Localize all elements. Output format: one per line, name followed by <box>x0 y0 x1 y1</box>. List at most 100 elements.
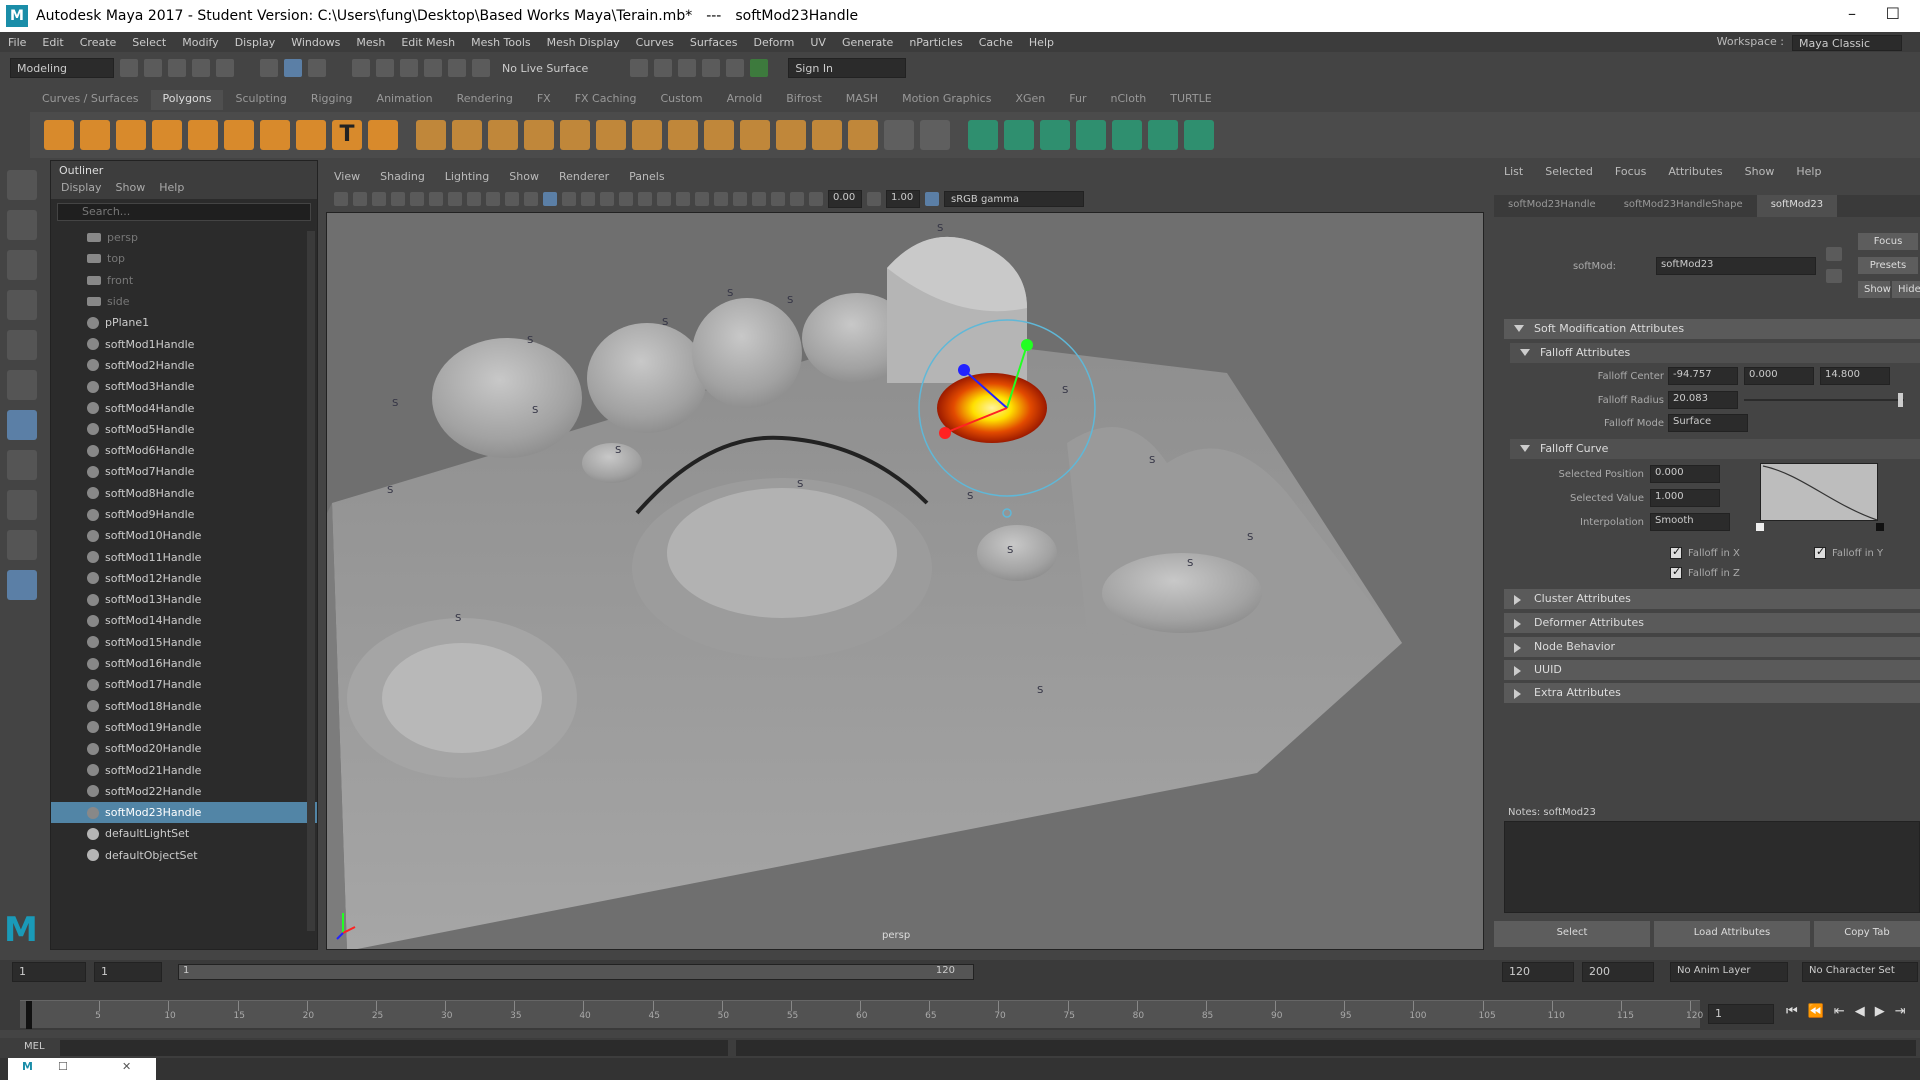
sign-in-button[interactable]: Sign In <box>788 58 907 78</box>
svg-icon[interactable] <box>368 120 398 150</box>
outliner-item[interactable]: pPlane1 <box>51 312 317 333</box>
undo-icon[interactable] <box>192 59 210 77</box>
outliner-item[interactable]: persp <box>51 227 317 248</box>
falloff-center-x-field[interactable]: -94.757 <box>1668 367 1738 385</box>
wireframe-on-shaded-icon[interactable] <box>581 192 595 206</box>
falloff-in-z-checkbox[interactable] <box>1670 565 1682 579</box>
outliner-item[interactable]: softMod4Handle <box>51 397 317 418</box>
render-frame-icon[interactable] <box>630 59 649 77</box>
outliner-item[interactable]: top <box>51 248 317 269</box>
falloff-radius-slider-track[interactable] <box>1744 399 1904 401</box>
softmod-marker[interactable]: S <box>392 398 398 409</box>
mirror-icon[interactable] <box>488 120 518 150</box>
playback-end-field[interactable]: 120 <box>1502 962 1574 982</box>
move-tool-icon[interactable] <box>7 290 37 320</box>
timeline-ticks[interactable]: 1510152025303540455055606570758085909510… <box>20 1000 1703 1029</box>
ae-tab-handle[interactable]: softMod23Handle <box>1494 195 1610 217</box>
anim-end-field[interactable]: 200 <box>1582 962 1654 982</box>
outliner-item[interactable]: softMod23Handle <box>51 802 317 824</box>
xray-joints-icon[interactable] <box>790 192 804 206</box>
range-slider[interactable]: 1 120 <box>178 964 974 980</box>
ae-tab-handle-shape[interactable]: softMod23HandleShape <box>1610 195 1757 217</box>
softmod-marker[interactable]: S <box>797 479 803 490</box>
copy-tab-button[interactable]: Copy Tab <box>1814 921 1920 947</box>
uv-auto-icon[interactable] <box>1076 120 1106 150</box>
menu-select[interactable]: Select <box>124 36 174 49</box>
shelf-tab-custom[interactable]: Custom <box>649 90 715 110</box>
textured-icon[interactable] <box>600 192 614 206</box>
section-deformer-attributes[interactable]: Deformer Attributes <box>1504 613 1920 633</box>
outliner-item[interactable]: softMod1Handle <box>51 333 317 354</box>
softmod-marker[interactable]: S <box>615 445 621 456</box>
shelf-tab-xgen[interactable]: XGen <box>1003 90 1057 110</box>
outliner-scrollbar[interactable] <box>307 231 315 931</box>
snap-curve-icon[interactable] <box>376 59 394 77</box>
vp-menu-shading[interactable]: Shading <box>380 170 425 188</box>
snap-grid-icon[interactable] <box>352 59 370 77</box>
outliner-item[interactable]: softMod18Handle <box>51 696 317 717</box>
hide-button[interactable]: Hide <box>1892 281 1920 298</box>
vp-menu-lighting[interactable]: Lighting <box>445 170 489 188</box>
menu-file[interactable]: File <box>0 36 34 49</box>
outliner-item[interactable]: front <box>51 270 317 291</box>
poly-pyramid-icon[interactable] <box>260 120 290 150</box>
go-to-start-icon[interactable]: ⏮ <box>1786 1004 1798 1019</box>
exposure-field[interactable]: 0.00 <box>828 190 862 208</box>
softmod-marker[interactable]: S <box>387 485 393 496</box>
shelf-tab-ncloth[interactable]: nCloth <box>1099 90 1159 110</box>
multi-cut-icon[interactable] <box>776 120 806 150</box>
play-back-icon[interactable]: ◀ <box>1855 1004 1865 1019</box>
target-weld-icon[interactable] <box>812 120 842 150</box>
outliner-item[interactable]: softMod7Handle <box>51 461 317 482</box>
current-time-indicator[interactable] <box>26 1001 32 1029</box>
insert-loop-icon[interactable] <box>920 120 950 150</box>
3d-viewport[interactable]: S S S S S S S S S S S S S S S S S S pers… <box>326 212 1484 950</box>
ae-menu-attributes[interactable]: Attributes <box>1668 165 1722 185</box>
xray-icon[interactable] <box>752 192 766 206</box>
softmod-marker[interactable]: S <box>967 491 973 502</box>
vp-menu-view[interactable]: View <box>334 170 360 188</box>
softmod-marker[interactable]: S <box>662 317 668 328</box>
extrude-icon[interactable] <box>668 120 698 150</box>
vp-menu-show[interactable]: Show <box>509 170 539 188</box>
menu-cache[interactable]: Cache <box>971 36 1021 49</box>
boolean-icon[interactable] <box>560 120 590 150</box>
falloff-radius-slider-handle[interactable] <box>1898 393 1903 407</box>
gamma-field[interactable]: 1.00 <box>886 190 920 208</box>
section-node-behavior[interactable]: Node Behavior <box>1504 637 1920 657</box>
outliner-item[interactable]: softMod12Handle <box>51 568 317 589</box>
menu-deform[interactable]: Deform <box>745 36 802 49</box>
character-set-dropdown[interactable]: No Character Set <box>1802 962 1918 982</box>
poly-cube-icon[interactable] <box>80 120 110 150</box>
step-forward-icon[interactable]: ⇥ <box>1895 1004 1906 1019</box>
command-input[interactable] <box>60 1040 728 1056</box>
softmod-marker[interactable]: S <box>937 223 943 234</box>
shelf-tab-turtle[interactable]: TURTLE <box>1158 90 1223 110</box>
four-view-icon[interactable] <box>7 490 37 520</box>
menu-display[interactable]: Display <box>227 36 284 49</box>
outliner-item[interactable]: softMod3Handle <box>51 376 317 397</box>
presets-button[interactable]: Presets <box>1858 257 1918 274</box>
layout-outliner-icon[interactable] <box>7 570 37 600</box>
color-management-icon[interactable] <box>925 192 939 206</box>
combine-icon[interactable] <box>416 120 446 150</box>
minimized-close-icon[interactable]: ✕ <box>122 1060 131 1073</box>
shelf-tab-curves-surfaces[interactable]: Curves / Surfaces <box>30 90 151 110</box>
minimized-restore-icon[interactable]: ☐ <box>58 1060 68 1073</box>
uv-cylindrical-icon[interactable] <box>1004 120 1034 150</box>
wireframe-icon[interactable] <box>524 192 538 206</box>
softmod-marker[interactable]: S <box>1149 455 1155 466</box>
xray-active-icon[interactable] <box>771 192 785 206</box>
smooth-shade-icon[interactable] <box>543 192 557 206</box>
select-button[interactable]: Select <box>1494 921 1650 947</box>
quad-draw-icon[interactable] <box>848 120 878 150</box>
outliner-item[interactable]: softMod20Handle <box>51 738 317 759</box>
menu-help[interactable]: Help <box>1021 36 1062 49</box>
softmod-marker[interactable]: S <box>527 335 533 346</box>
gizmo-z-handle[interactable] <box>958 364 970 376</box>
outliner-menu-help[interactable]: Help <box>159 181 184 199</box>
gizmo-y-handle[interactable] <box>1021 339 1033 351</box>
section-cluster-attributes[interactable]: Cluster Attributes <box>1504 589 1920 609</box>
step-back-icon[interactable]: ⇤ <box>1834 1004 1845 1019</box>
minimized-window[interactable]: M ☐ ✕ <box>8 1058 156 1080</box>
